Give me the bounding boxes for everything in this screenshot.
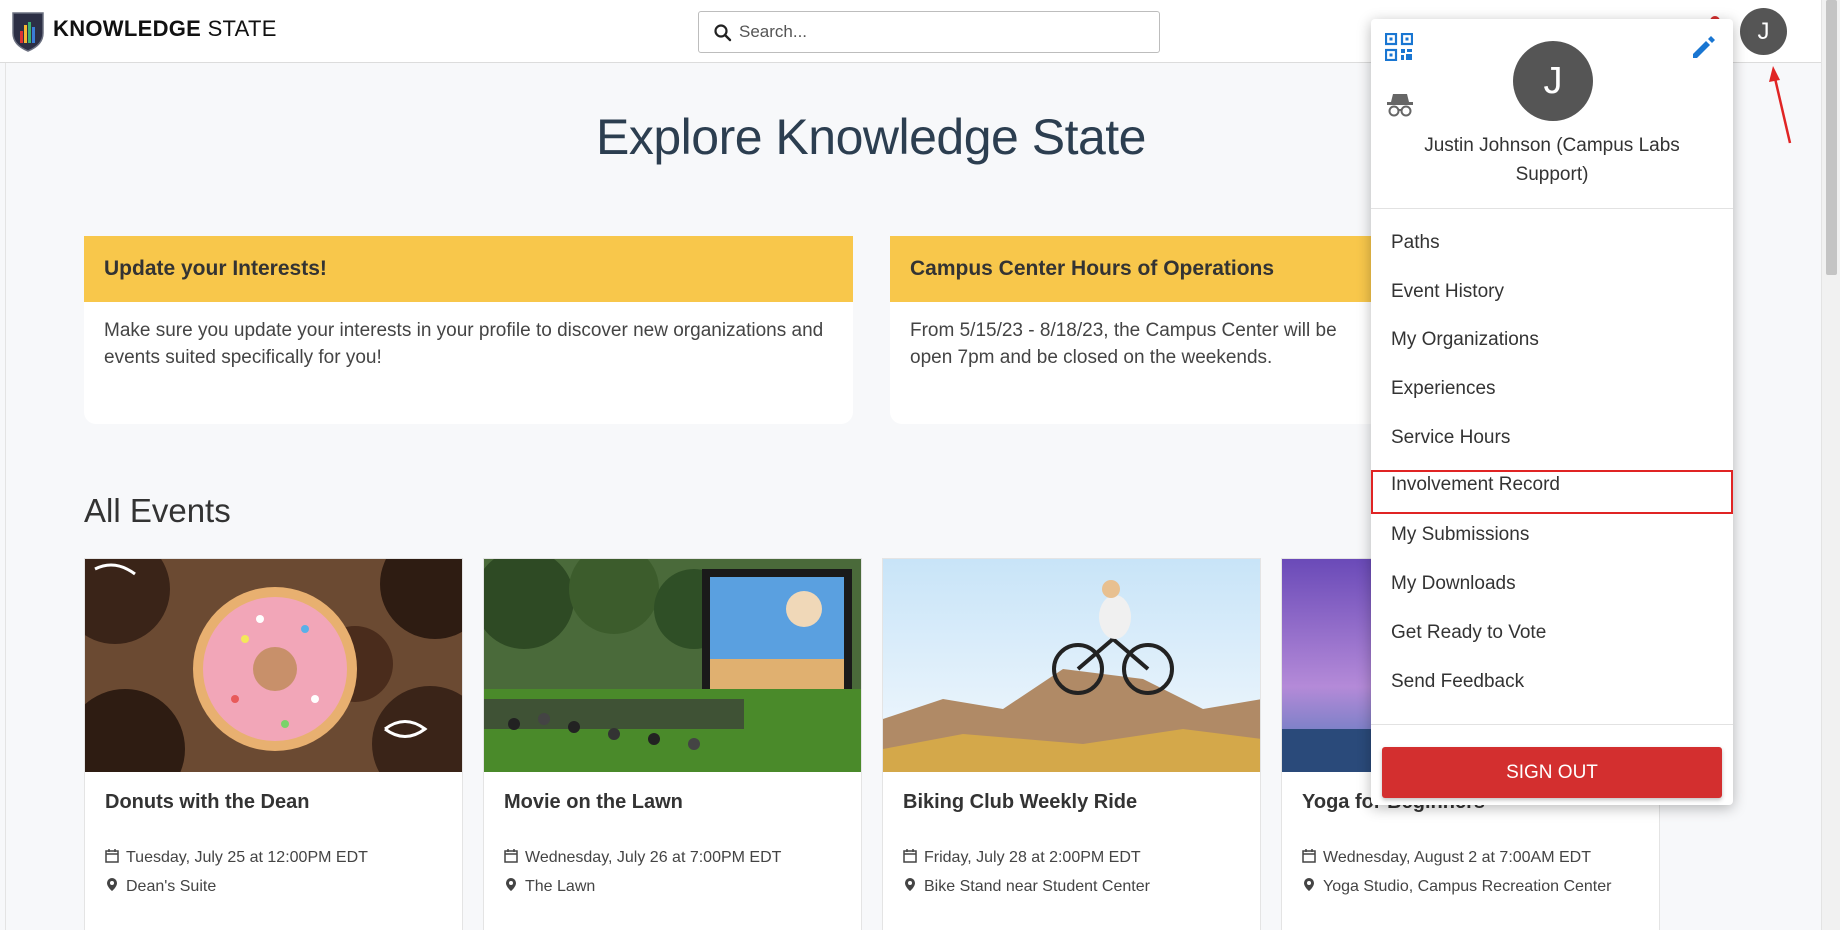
menu-item-my-organizations[interactable]: My Organizations (1371, 316, 1733, 364)
event-title[interactable]: Donuts with the Dean (105, 791, 309, 814)
brand-name[interactable]: KNOWLEDGE STATE (53, 16, 277, 42)
location-pin-icon (905, 878, 915, 891)
event-date: Wednesday, August 2 at 7:00AM EDT (1302, 848, 1591, 867)
menu-item-event-history[interactable]: Event History (1371, 268, 1733, 316)
brand-light: STATE (207, 16, 277, 41)
event-image[interactable] (484, 559, 861, 772)
event-image[interactable] (85, 559, 462, 772)
scrollbar-thumb[interactable] (1826, 0, 1837, 275)
announcement-card: Update your Interests! Make sure you upd… (84, 236, 853, 424)
event-date-text: Wednesday, August 2 at 7:00AM EDT (1323, 849, 1591, 866)
event-card[interactable]: Movie on the Lawn Wednesday, July 26 at … (483, 558, 862, 930)
calendar-icon (105, 849, 119, 863)
announcement-body: From 5/15/23 - 8/18/23, the Campus Cente… (910, 320, 1337, 368)
event-date-text: Friday, July 28 at 2:00PM EDT (924, 849, 1141, 866)
edit-pencil-icon[interactable] (1689, 34, 1717, 62)
menu-item-involvement-record[interactable]: Involvement Record (1371, 470, 1733, 514)
calendar-icon (903, 849, 917, 863)
event-location-text: Yoga Studio, Campus Recreation Center (1323, 878, 1612, 895)
announcement-title[interactable]: Update your Interests! (84, 236, 853, 302)
event-card[interactable]: Donuts with the Dean Tuesday, July 25 at… (84, 558, 463, 930)
announcement-title[interactable]: Campus Center Hours of Operations (890, 236, 1390, 302)
vertical-scrollbar[interactable] (1821, 0, 1840, 930)
incognito-icon[interactable] (1385, 89, 1415, 119)
left-divider (5, 63, 6, 930)
menu-item-my-downloads[interactable]: My Downloads (1371, 560, 1733, 608)
user-avatar-button[interactable]: J (1740, 8, 1787, 55)
menu-divider (1371, 208, 1733, 209)
shield-logo-icon[interactable] (12, 11, 44, 52)
announcement-body: Make sure you update your interests in y… (104, 320, 824, 368)
qr-code-icon[interactable] (1385, 33, 1413, 61)
menu-item-get-ready-to-vote[interactable]: Get Ready to Vote (1371, 609, 1733, 657)
event-location: The Lawn (504, 877, 595, 896)
event-date-text: Wednesday, July 26 at 7:00PM EDT (525, 849, 782, 866)
user-menu-dropdown: J Justin Johnson (Campus Labs Support) P… (1371, 19, 1733, 805)
event-location: Bike Stand near Student Center (903, 877, 1150, 896)
event-title[interactable]: Movie on the Lawn (504, 791, 683, 814)
sign-out-button[interactable]: SIGN OUT (1382, 747, 1722, 798)
profile-name: Justin Johnson (Campus Labs Support) (1424, 135, 1680, 185)
event-date-text: Tuesday, July 25 at 12:00PM EDT (126, 849, 368, 866)
annotation-arrow-icon (1769, 66, 1792, 144)
event-date: Wednesday, July 26 at 7:00PM EDT (504, 848, 781, 867)
menu-item-send-feedback[interactable]: Send Feedback (1371, 658, 1733, 706)
calendar-icon (1302, 849, 1316, 863)
announcement-card: Campus Center Hours of Operations From 5… (890, 236, 1390, 424)
section-title: All Events (84, 492, 231, 529)
search-box[interactable] (698, 11, 1160, 53)
profile-avatar: J (1513, 41, 1593, 121)
location-pin-icon (506, 878, 516, 891)
search-icon (714, 24, 732, 42)
menu-item-paths[interactable]: Paths (1371, 219, 1733, 267)
event-title[interactable]: Biking Club Weekly Ride (903, 791, 1137, 814)
event-location: Dean's Suite (105, 877, 216, 896)
menu-item-service-hours[interactable]: Service Hours (1371, 414, 1733, 462)
event-image[interactable] (883, 559, 1260, 772)
event-date: Tuesday, July 25 at 12:00PM EDT (105, 848, 368, 867)
event-location-text: The Lawn (525, 878, 596, 895)
brand-bold: KNOWLEDGE (53, 16, 202, 41)
location-pin-icon (1304, 878, 1314, 891)
event-card[interactable]: Biking Club Weekly Ride Friday, July 28 … (882, 558, 1261, 930)
calendar-icon (504, 849, 518, 863)
location-pin-icon (107, 878, 117, 891)
menu-item-experiences[interactable]: Experiences (1371, 365, 1733, 413)
menu-divider (1371, 724, 1733, 725)
menu-item-my-submissions[interactable]: My Submissions (1371, 511, 1733, 559)
event-location: Yoga Studio, Campus Recreation Center (1302, 877, 1611, 896)
search-input[interactable] (739, 20, 1139, 44)
event-location-text: Bike Stand near Student Center (924, 878, 1150, 895)
event-location-text: Dean's Suite (126, 878, 217, 895)
event-date: Friday, July 28 at 2:00PM EDT (903, 848, 1141, 867)
